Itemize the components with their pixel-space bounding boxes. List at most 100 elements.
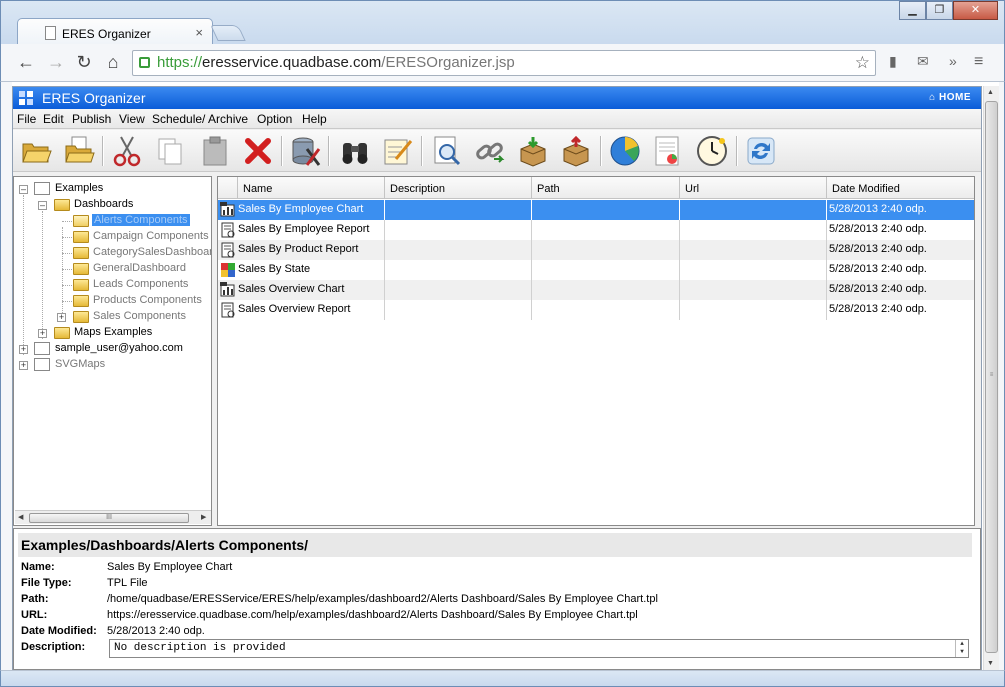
window-border-left [0, 82, 12, 672]
open-folder-icon[interactable] [20, 135, 52, 167]
window-border-right [999, 82, 1005, 672]
collapse-icon[interactable]: – [38, 201, 47, 210]
new-folder-icon[interactable] [63, 135, 95, 167]
map-template-icon [221, 263, 235, 277]
pie-chart-icon[interactable] [609, 135, 641, 167]
menu-edit[interactable]: Edit [43, 112, 64, 126]
tree-guide-line [62, 301, 72, 302]
scroll-down-icon[interactable]: ▼ [987, 660, 994, 667]
import-package-icon[interactable] [517, 135, 549, 167]
menu-help[interactable]: Help [302, 112, 327, 126]
table-header: Name Description Path Url Date Modified [218, 177, 974, 199]
report-template-icon [221, 302, 235, 318]
tree-horizontal-scrollbar[interactable]: ◀ III ▶ [15, 510, 211, 524]
tree-guide-line [62, 237, 72, 238]
expand-icon[interactable]: + [57, 313, 66, 322]
mail-icon[interactable]: ✉ [917, 53, 929, 70]
home-link[interactable]: ⌂ HOME [929, 92, 971, 103]
table-row[interactable]: Sales By Employee Chart 5/28/2013 2:40 o… [218, 200, 974, 220]
menu-icon[interactable]: ≡ [974, 53, 983, 71]
tree-node-alerts-components[interactable]: Alerts Components [14, 213, 211, 229]
tree-node-sales-components[interactable]: + Sales Components [14, 309, 211, 325]
column-header-description[interactable]: Description [385, 177, 532, 199]
collapse-icon[interactable]: – [19, 185, 28, 194]
folder-icon [73, 247, 89, 259]
details-panel: Examples/Dashboards/Alerts Components/ N… [13, 528, 981, 670]
column-header-name[interactable]: Name [238, 177, 385, 199]
window-border-bottom [0, 670, 1005, 687]
tree-node-examples[interactable]: – Examples [14, 181, 211, 197]
scheduler-clock-icon[interactable] [696, 135, 728, 167]
tree-node-dashboards[interactable]: – Dashboards [14, 197, 211, 213]
preview-icon[interactable] [431, 135, 463, 167]
column-header-url[interactable]: Url [680, 177, 827, 199]
tree-guide-line [62, 221, 72, 222]
copy-icon[interactable] [154, 135, 186, 167]
table-row[interactable]: Sales By State 5/28/2013 2:40 odp. [218, 260, 974, 280]
chart-template-icon [220, 202, 235, 217]
scroll-left-icon[interactable]: ◀ [18, 513, 23, 521]
tree-node-campaign-components[interactable]: Campaign Components [14, 229, 211, 245]
new-tab-button[interactable] [210, 25, 246, 41]
tree-node-svgmaps[interactable]: + SVGMaps [14, 357, 211, 373]
tree-node-maps-examples[interactable]: + Maps Examples [14, 325, 211, 341]
back-arrow-icon[interactable]: ← [15, 52, 37, 73]
menu-option[interactable]: Option [257, 112, 292, 126]
bookmark-star-icon[interactable]: ☆ [855, 53, 870, 73]
menu-publish[interactable]: Publish [72, 112, 111, 126]
expand-icon[interactable]: + [38, 329, 47, 338]
link-icon[interactable] [474, 135, 506, 167]
edit-notes-icon[interactable] [382, 135, 414, 167]
database-tools-icon[interactable] [289, 135, 321, 167]
forward-arrow-icon[interactable]: → [45, 52, 67, 73]
file-table[interactable]: Name Description Path Url Date Modified … [217, 176, 975, 526]
reload-icon[interactable]: ↻ [73, 52, 95, 73]
scroll-right-icon[interactable]: ▶ [201, 513, 206, 521]
page-scroll-thumb[interactable]: ≡ [985, 101, 998, 653]
scroll-up-icon[interactable]: ▲ [987, 89, 994, 96]
toolbar-separator [600, 136, 602, 166]
expand-icon[interactable]: + [19, 345, 28, 354]
table-row[interactable]: Sales Overview Chart 5/28/2013 2:40 odp. [218, 280, 974, 300]
description-field[interactable]: No description is provided ▲ ▼ [109, 639, 969, 658]
cut-icon[interactable] [111, 135, 143, 167]
column-header-path[interactable]: Path [532, 177, 680, 199]
tree-node-general-dashboard[interactable]: GeneralDashboard [14, 261, 211, 277]
menu-schedule-archive[interactable]: Schedule/ Archive [152, 112, 248, 126]
scroll-thumb[interactable]: III [29, 513, 189, 523]
column-header-date-modified[interactable]: Date Modified [827, 177, 974, 199]
extensions-overflow-icon[interactable]: » [949, 53, 957, 69]
page-vertical-scrollbar[interactable]: ▲ ≡ ▼ [983, 86, 999, 670]
table-row[interactable]: Sales By Employee Report 5/28/2013 2:40 … [218, 220, 974, 240]
home-icon[interactable]: ⌂ [102, 52, 124, 73]
close-window-button[interactable]: ✕ [953, 1, 998, 20]
folder-tree[interactable]: – Examples – Dashboards Alerts Component… [13, 176, 212, 526]
expand-icon[interactable]: + [19, 361, 28, 370]
tree-node-sample-user[interactable]: + sample_user@yahoo.com [14, 341, 211, 357]
refresh-icon[interactable] [745, 135, 777, 167]
minimize-button[interactable]: ▁ [899, 1, 926, 20]
table-row[interactable]: Sales Overview Report 5/28/2013 2:40 odp… [218, 300, 974, 320]
tree-guide-line [62, 269, 72, 270]
folder-icon [73, 311, 89, 323]
tree-node-leads-components[interactable]: Leads Components [14, 277, 211, 293]
report-icon[interactable] [652, 135, 684, 167]
signal-bars-icon[interactable]: ▮ [889, 53, 897, 70]
export-package-icon[interactable] [560, 135, 592, 167]
folder-icon [73, 295, 89, 307]
browser-tab[interactable]: ERES Organizer × [17, 18, 213, 47]
description-spinner[interactable]: ▲ ▼ [955, 640, 968, 657]
tab-close-icon[interactable]: × [195, 25, 203, 40]
delete-icon[interactable] [242, 135, 274, 167]
find-icon[interactable] [339, 135, 371, 167]
menu-bar: File Edit Publish View Schedule/ Archive… [13, 109, 981, 129]
tree-guide-line [62, 285, 72, 286]
tree-node-products-components[interactable]: Products Components [14, 293, 211, 309]
table-row[interactable]: Sales By Product Report 5/28/2013 2:40 o… [218, 240, 974, 260]
paste-icon[interactable] [199, 135, 231, 167]
tree-node-category-sales-dashboard[interactable]: CategorySalesDashboard [14, 245, 211, 261]
maximize-button[interactable]: ❐ [926, 1, 953, 20]
address-bar[interactable]: https://eresservice.quadbase.com/ERESOrg… [132, 50, 876, 76]
menu-view[interactable]: View [119, 112, 145, 126]
menu-file[interactable]: File [17, 112, 36, 126]
